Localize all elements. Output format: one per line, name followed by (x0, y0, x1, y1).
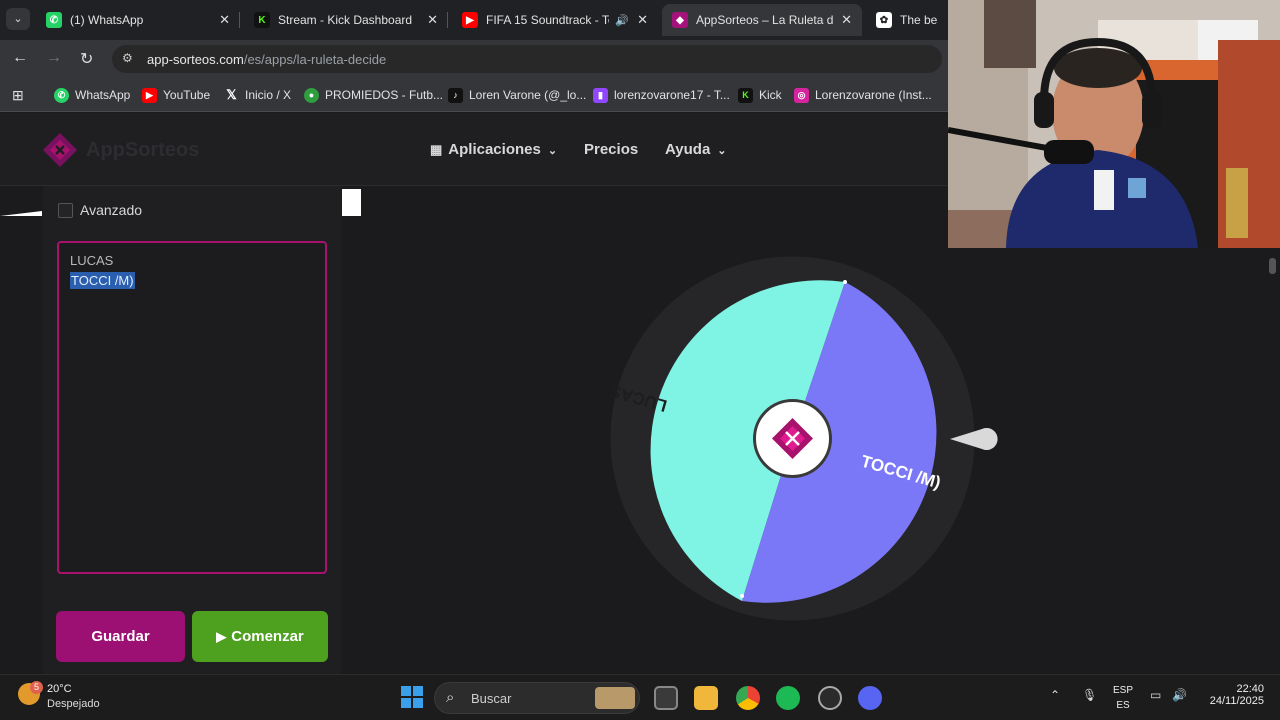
tab-kick-dashboard[interactable]: K Stream - Kick Dashboard ✕ (244, 4, 448, 36)
tiktok-icon: ♪ (448, 87, 463, 103)
bookmarks-bar: ⊞ ✆ WhatsApp ▶ YouTube 𝕏 Inicio / X ● PR… (0, 78, 948, 112)
search-highlight-image (595, 687, 635, 709)
windows-start-icon[interactable] (401, 686, 423, 708)
spotify-icon[interactable] (776, 686, 800, 710)
bookmark-label: YouTube (163, 88, 211, 102)
address-toolbar: ← → ↻ ⚙ app-sorteos.com/es/apps/la-rulet… (0, 40, 948, 78)
file-explorer-icon[interactable] (694, 686, 718, 710)
instagram-icon: ◎ (794, 87, 809, 103)
weather-badge: 5 (30, 681, 43, 694)
volume-icon[interactable]: 🔊 (1172, 688, 1187, 702)
search-icon: ⌕ (446, 689, 455, 706)
task-view-icon[interactable] (654, 686, 678, 710)
bookmark-youtube[interactable]: ▶ YouTube (142, 86, 210, 104)
chrome-icon[interactable] (736, 686, 760, 710)
close-icon[interactable]: ✕ (637, 12, 648, 28)
youtube-icon: ▶ (142, 87, 157, 103)
tab-whatsapp[interactable]: ✆ (1) WhatsApp ✕ (36, 4, 240, 36)
speaker-icon[interactable]: 🔊 (615, 14, 629, 27)
nav-ayuda[interactable]: Ayuda ⌄ (665, 141, 727, 158)
taskbar-search[interactable]: ⌕ Buscar (434, 682, 640, 714)
bookmark-promiedos[interactable]: ● PROMIEDOS - Futb... (304, 86, 443, 104)
twitch-icon: ▮ (593, 87, 608, 103)
whatsapp-icon: ✆ (54, 87, 69, 103)
logo-text[interactable]: AppSorteos (86, 139, 199, 162)
reload-icon[interactable]: ↻ (80, 49, 93, 69)
back-icon[interactable]: ← (12, 49, 28, 67)
system-clock[interactable]: 22:40 24/11/2025 (1202, 683, 1264, 707)
microphone-icon[interactable]: 🎙 (1082, 688, 1097, 702)
omnibox[interactable]: ⚙ app-sorteos.com/es/apps/la-ruleta-deci… (112, 45, 942, 73)
whatsapp-icon: ✆ (46, 12, 62, 28)
site-header: AppSorteos ▦ Aplicaciones ⌄ Precios Ayuda ⌄ (0, 113, 948, 186)
obs-icon[interactable] (818, 686, 842, 710)
close-icon[interactable]: ✕ (427, 12, 438, 28)
nav-precios[interactable]: Precios (584, 141, 638, 158)
page-scrollbar[interactable] (1266, 248, 1280, 674)
youtube-icon: ▶ (462, 12, 478, 28)
x-icon: 𝕏 (226, 87, 237, 102)
entry-line: LUCAS (70, 253, 114, 268)
scrollbar-thumb[interactable] (1269, 258, 1276, 274)
panel-toggle-tab[interactable] (342, 189, 361, 216)
close-icon[interactable]: ✕ (841, 12, 852, 28)
tab-title: (1) WhatsApp (70, 13, 144, 27)
apps-grid-icon[interactable]: ⊞ (12, 86, 24, 104)
weather-temperature[interactable]: 20°C (47, 683, 72, 695)
bookmark-instagram[interactable]: ◎ Lorenzovarone (Inst... (794, 86, 932, 104)
close-icon[interactable]: ✕ (219, 12, 230, 28)
advanced-checkbox[interactable] (58, 203, 73, 218)
bookmark-label: Loren Varone (@_lo... (469, 88, 587, 102)
bookmark-label: Lorenzovarone (Inst... (815, 88, 932, 102)
openai-icon: ✿ (876, 12, 892, 28)
chevron-up-icon[interactable]: ⌃ (1050, 688, 1060, 702)
appsorteos-icon: ◆ (672, 12, 688, 28)
tab-title: AppSorteos – La Ruleta de la (696, 13, 834, 27)
play-icon: ▶ (216, 628, 227, 644)
bookmark-x[interactable]: 𝕏 Inicio / X (224, 86, 291, 104)
nav-aplicaciones[interactable]: ▦ Aplicaciones ⌄ (430, 141, 557, 158)
bookmark-label: PROMIEDOS - Futb... (325, 88, 444, 102)
network-icon[interactable]: ▭ (1150, 688, 1161, 702)
tab-fifa-soundtrack[interactable]: ▶ FIFA 15 Soundtrack - Top 🔊 ✕ (452, 4, 658, 36)
start-button[interactable]: ▶ Comenzar (192, 611, 328, 662)
bookmark-kick[interactable]: K Kick (738, 86, 782, 104)
discord-icon[interactable] (858, 686, 882, 710)
bookmark-label: lorenzovarone17 - T... (614, 88, 730, 102)
save-button[interactable]: Guardar (56, 611, 185, 662)
tab-title: The best C (900, 13, 938, 27)
bookmark-label: Kick (759, 88, 782, 102)
tab-title: FIFA 15 Soundtrack - Top (486, 13, 610, 27)
chevron-down-icon: ⌄ (717, 145, 727, 157)
tab-search-button[interactable]: ⌄ (6, 8, 30, 30)
site-info-icon[interactable]: ⚙ (122, 51, 133, 65)
forward-icon[interactable]: → (46, 49, 62, 67)
bookmark-label: Inicio / X (245, 88, 292, 102)
roulette-wheel[interactable]: LUCAS TOCCI /M) (610, 256, 975, 621)
url-text: app-sorteos.com/es/apps/la-ruleta-decide (147, 52, 387, 67)
language-indicator[interactable]: ESP ES (1112, 683, 1134, 713)
bookmark-label: WhatsApp (75, 88, 131, 102)
tab-appsorteos[interactable]: ◆ AppSorteos – La Ruleta de la ✕ (662, 4, 862, 36)
bookmark-whatsapp[interactable]: ✆ WhatsApp (54, 86, 130, 104)
search-label: Buscar (471, 691, 512, 706)
entries-textarea[interactable] (57, 241, 327, 574)
chevron-down-icon: ⌄ (547, 145, 558, 157)
kick-icon: K (738, 87, 753, 103)
tab-title: Stream - Kick Dashboard (278, 13, 413, 27)
promiedos-icon: ● (304, 87, 319, 103)
entry-line-selected: TOCCI /M) (70, 272, 135, 289)
webcam-overlay (948, 0, 1280, 248)
bookmark-twitch[interactable]: ▮ lorenzovarone17 - T... (593, 86, 730, 104)
bookmark-tiktok[interactable]: ♪ Loren Varone (@_lo... (448, 86, 586, 104)
weather-description[interactable]: Despejado (47, 698, 100, 710)
kick-icon: K (254, 12, 270, 28)
tab-chatgpt[interactable]: ✿ The best C (866, 4, 948, 36)
grid-icon: ▦ (430, 142, 443, 157)
advanced-label: Avanzado (80, 202, 143, 218)
wheel-pointer-icon (950, 428, 998, 450)
appsorteos-logo-icon[interactable] (42, 132, 78, 168)
